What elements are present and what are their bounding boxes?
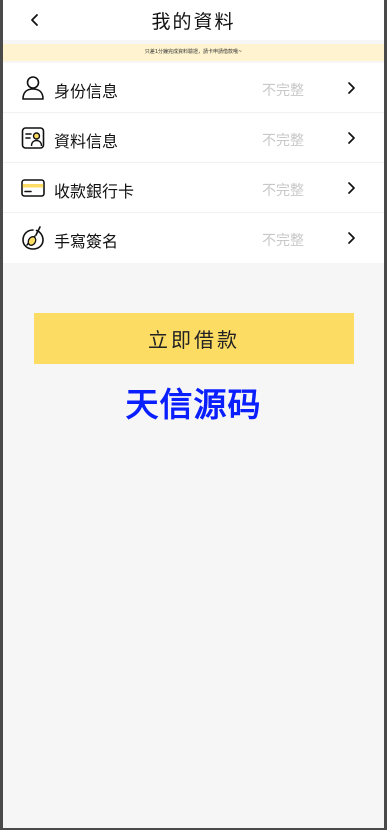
bank-card-icon — [21, 179, 45, 197]
user-icon — [22, 76, 44, 100]
list-item-bank-card[interactable]: 收款銀行卡 不完整 — [3, 163, 384, 213]
chevron-right-icon — [348, 82, 355, 94]
notice-banner: 只差1分鐘完成資料驗證，請卡申請借款哦~ — [3, 44, 384, 61]
item-label: 手寫簽名 — [54, 232, 119, 251]
chevron-right-icon — [348, 232, 355, 244]
app-screen: 我的資料 只差1分鐘完成資料驗證，請卡申請借款哦~ 身份信息 不完整 資料信息 — [3, 0, 384, 828]
item-status: 不完整 — [262, 133, 304, 149]
top-bar: 我的資料 — [3, 0, 384, 40]
list-item-profile[interactable]: 資料信息 不完整 — [3, 113, 384, 163]
page-title: 我的資料 — [151, 11, 236, 33]
list-item-signature[interactable]: 手寫簽名 不完整 — [3, 213, 384, 263]
profile-items-list: 身份信息 不完整 資料信息 不完整 收款銀行卡 不完整 手寫簽名 不完整 — [3, 63, 384, 263]
signature-icon — [22, 226, 44, 250]
item-status: 不完整 — [262, 233, 304, 249]
item-status: 不完整 — [262, 83, 304, 99]
item-label: 資料信息 — [54, 132, 119, 151]
chevron-right-icon — [348, 182, 355, 194]
chevron-right-icon — [348, 132, 355, 144]
profile-card-icon — [21, 127, 45, 149]
borrow-now-button[interactable]: 立即借款 — [34, 313, 354, 364]
item-label: 收款銀行卡 — [54, 182, 135, 201]
list-item-identity[interactable]: 身份信息 不完整 — [3, 63, 384, 113]
item-status: 不完整 — [262, 183, 304, 199]
watermark-text: 天信源码 — [125, 385, 262, 424]
item-label: 身份信息 — [54, 82, 119, 101]
